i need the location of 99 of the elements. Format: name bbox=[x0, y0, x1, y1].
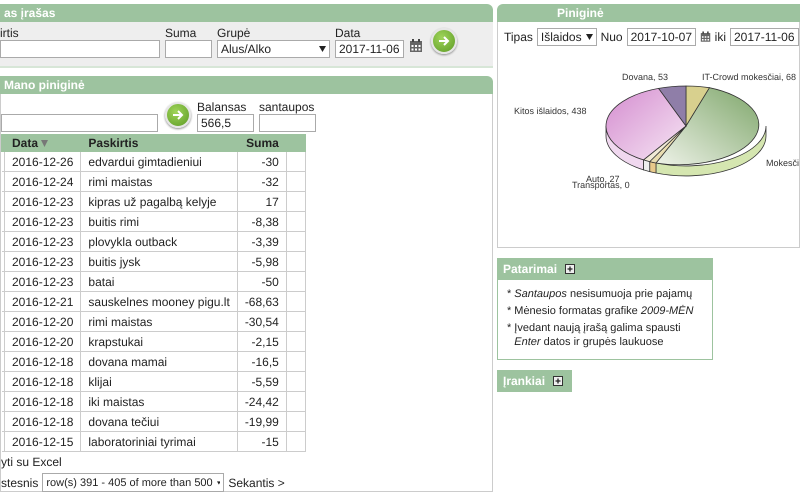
field-label: Data bbox=[335, 26, 362, 40]
table-cell: krapstukai bbox=[80, 332, 238, 352]
table-cell: -5,98 bbox=[237, 252, 286, 272]
column-header[interactable]: Suma bbox=[237, 134, 286, 152]
panel-title: Įrankiai bbox=[503, 373, 546, 390]
field-label: irtis bbox=[0, 26, 20, 40]
panel-title: Patarimai bbox=[503, 261, 558, 278]
tip-text: Įvedant naują įrašą galima spausti Enter datos ir grupės laukuose bbox=[514, 321, 682, 349]
slice-label: Kitos išlaidos, 438 bbox=[514, 106, 587, 116]
table-cell: -8,38 bbox=[237, 212, 286, 232]
caret-icon bbox=[319, 46, 326, 52]
table-cell: laboratoriniai tyrimai bbox=[80, 432, 238, 452]
balance-field[interactable]: 566,5 bbox=[197, 114, 254, 132]
page-dropdown[interactable]: row(s) 391 - 405 of more than 500 bbox=[42, 473, 224, 492]
table-cell: 2016-12-23 bbox=[4, 232, 81, 252]
table-cell: rimi maistas bbox=[80, 172, 238, 192]
table-cell: buitis rimi bbox=[80, 212, 238, 232]
table-cell: -30 bbox=[237, 152, 286, 172]
table-cell: klijai bbox=[80, 372, 238, 392]
table-cell: plovykla outback bbox=[80, 232, 238, 252]
group-dropdown[interactable]: Alus/Alko bbox=[217, 40, 330, 58]
table-cell: -30,54 bbox=[237, 312, 286, 332]
next-link[interactable]: Sekantis > bbox=[228, 476, 285, 490]
purpose-field[interactable] bbox=[0, 40, 160, 58]
slice-label: Mokesči bbox=[766, 158, 799, 168]
table-cell: 2016-12-26 bbox=[4, 152, 81, 172]
search-field[interactable] bbox=[1, 114, 158, 132]
table-cell: 2016-12-18 bbox=[4, 352, 81, 372]
field-label: iki bbox=[714, 30, 726, 44]
table-cell: -15 bbox=[237, 432, 286, 452]
calendar-icon[interactable] bbox=[700, 30, 711, 44]
table-cell: -19,99 bbox=[237, 412, 286, 432]
caret-icon bbox=[586, 34, 593, 40]
table-cell: 2016-12-20 bbox=[4, 332, 81, 352]
caret-icon bbox=[216, 480, 220, 486]
table-cell: -68,63 bbox=[237, 292, 286, 312]
field-label: Nuo bbox=[600, 30, 623, 44]
table-cell: 2016-12-18 bbox=[4, 412, 81, 432]
table-cell: dovana mamai bbox=[80, 352, 238, 372]
table-cell: batai bbox=[80, 272, 238, 292]
amount-field[interactable] bbox=[165, 40, 212, 58]
previous-link[interactable]: stesnis bbox=[1, 476, 38, 490]
table-cell: iki maistas bbox=[80, 392, 238, 412]
panel-header: as įrašas bbox=[0, 4, 493, 22]
table-cell: -50 bbox=[237, 272, 286, 292]
arrow-icon bbox=[437, 34, 451, 48]
field-label: Balansas bbox=[197, 100, 248, 114]
export-link[interactable]: yti su Excel bbox=[1, 455, 62, 469]
table-cell: edvardui gimtadieniui bbox=[80, 152, 238, 172]
to-date-field[interactable]: 2017-11-06 bbox=[730, 28, 799, 46]
tip-text: Mėnesio formatas grafike 2009-MĖN bbox=[514, 304, 694, 318]
arrow-icon bbox=[171, 108, 185, 122]
table-cell: dovana tečiui bbox=[80, 412, 238, 432]
panel-header: Piniginė bbox=[497, 4, 800, 22]
table-cell: rimi maistas bbox=[80, 312, 238, 332]
field-label: Suma bbox=[165, 26, 198, 40]
table-cell: -32 bbox=[237, 172, 286, 192]
bullet-mark: * bbox=[507, 304, 512, 318]
sort-icon bbox=[41, 140, 48, 147]
table-cell: 2016-12-23 bbox=[4, 212, 81, 232]
column-header[interactable]: Paskirtis bbox=[80, 134, 238, 152]
table-cell: 2016-12-18 bbox=[4, 392, 81, 412]
table-cell: 2016-12-23 bbox=[4, 192, 81, 212]
table-cell: -24,42 bbox=[237, 392, 286, 412]
search-button[interactable] bbox=[165, 102, 191, 128]
field-label: Grupė bbox=[217, 26, 252, 40]
table-cell: 2016-12-18 bbox=[4, 372, 81, 392]
type-dropdown[interactable]: Išlaidos bbox=[536, 28, 597, 46]
bullet-mark: * bbox=[507, 321, 512, 336]
slice-label: IT-Crowd mokesčiai, 68 bbox=[702, 72, 796, 82]
table-cell: buitis jysk bbox=[80, 252, 238, 272]
from-date-field[interactable]: 2017-10-07 bbox=[626, 28, 696, 46]
submit-button[interactable] bbox=[431, 28, 457, 54]
expand-icon[interactable] bbox=[565, 264, 576, 274]
table-cell: kipras už pagalbą kelyje bbox=[80, 192, 238, 212]
table-cell: 2016-12-21 bbox=[4, 292, 81, 312]
savings-field[interactable] bbox=[259, 114, 316, 132]
slice-label: Transportas, 0 bbox=[572, 180, 630, 190]
column-header[interactable]: Data bbox=[4, 134, 81, 152]
field-label: Tipas bbox=[504, 30, 533, 44]
table-cell: 2016-12-20 bbox=[4, 312, 81, 332]
expand-icon[interactable] bbox=[553, 376, 564, 386]
table-cell: -2,15 bbox=[237, 332, 286, 352]
panel-header: Mano piniginė bbox=[0, 76, 493, 94]
field-label: santaupos bbox=[259, 100, 316, 114]
table-cell: 2016-12-23 bbox=[4, 272, 81, 292]
bullet-mark: * bbox=[507, 287, 512, 301]
table-cell: -3,39 bbox=[237, 232, 286, 252]
table-cell: -16,5 bbox=[237, 352, 286, 372]
tip-text: Santaupos nesisumuoja prie pajamų bbox=[514, 287, 692, 301]
calendar-icon[interactable] bbox=[409, 39, 423, 53]
table-cell: 17 bbox=[237, 192, 286, 212]
table-cell: -5,59 bbox=[237, 372, 286, 392]
table-cell: 2016-12-15 bbox=[4, 432, 81, 452]
slice-label: Dovana, 53 bbox=[622, 72, 668, 82]
table-cell: 2016-12-23 bbox=[4, 252, 81, 272]
table-cell: sauskelnes mooney pigu.lt bbox=[80, 292, 238, 312]
date-field[interactable]: 2017-11-06 bbox=[335, 40, 404, 58]
table-cell: 2016-12-24 bbox=[4, 172, 81, 192]
